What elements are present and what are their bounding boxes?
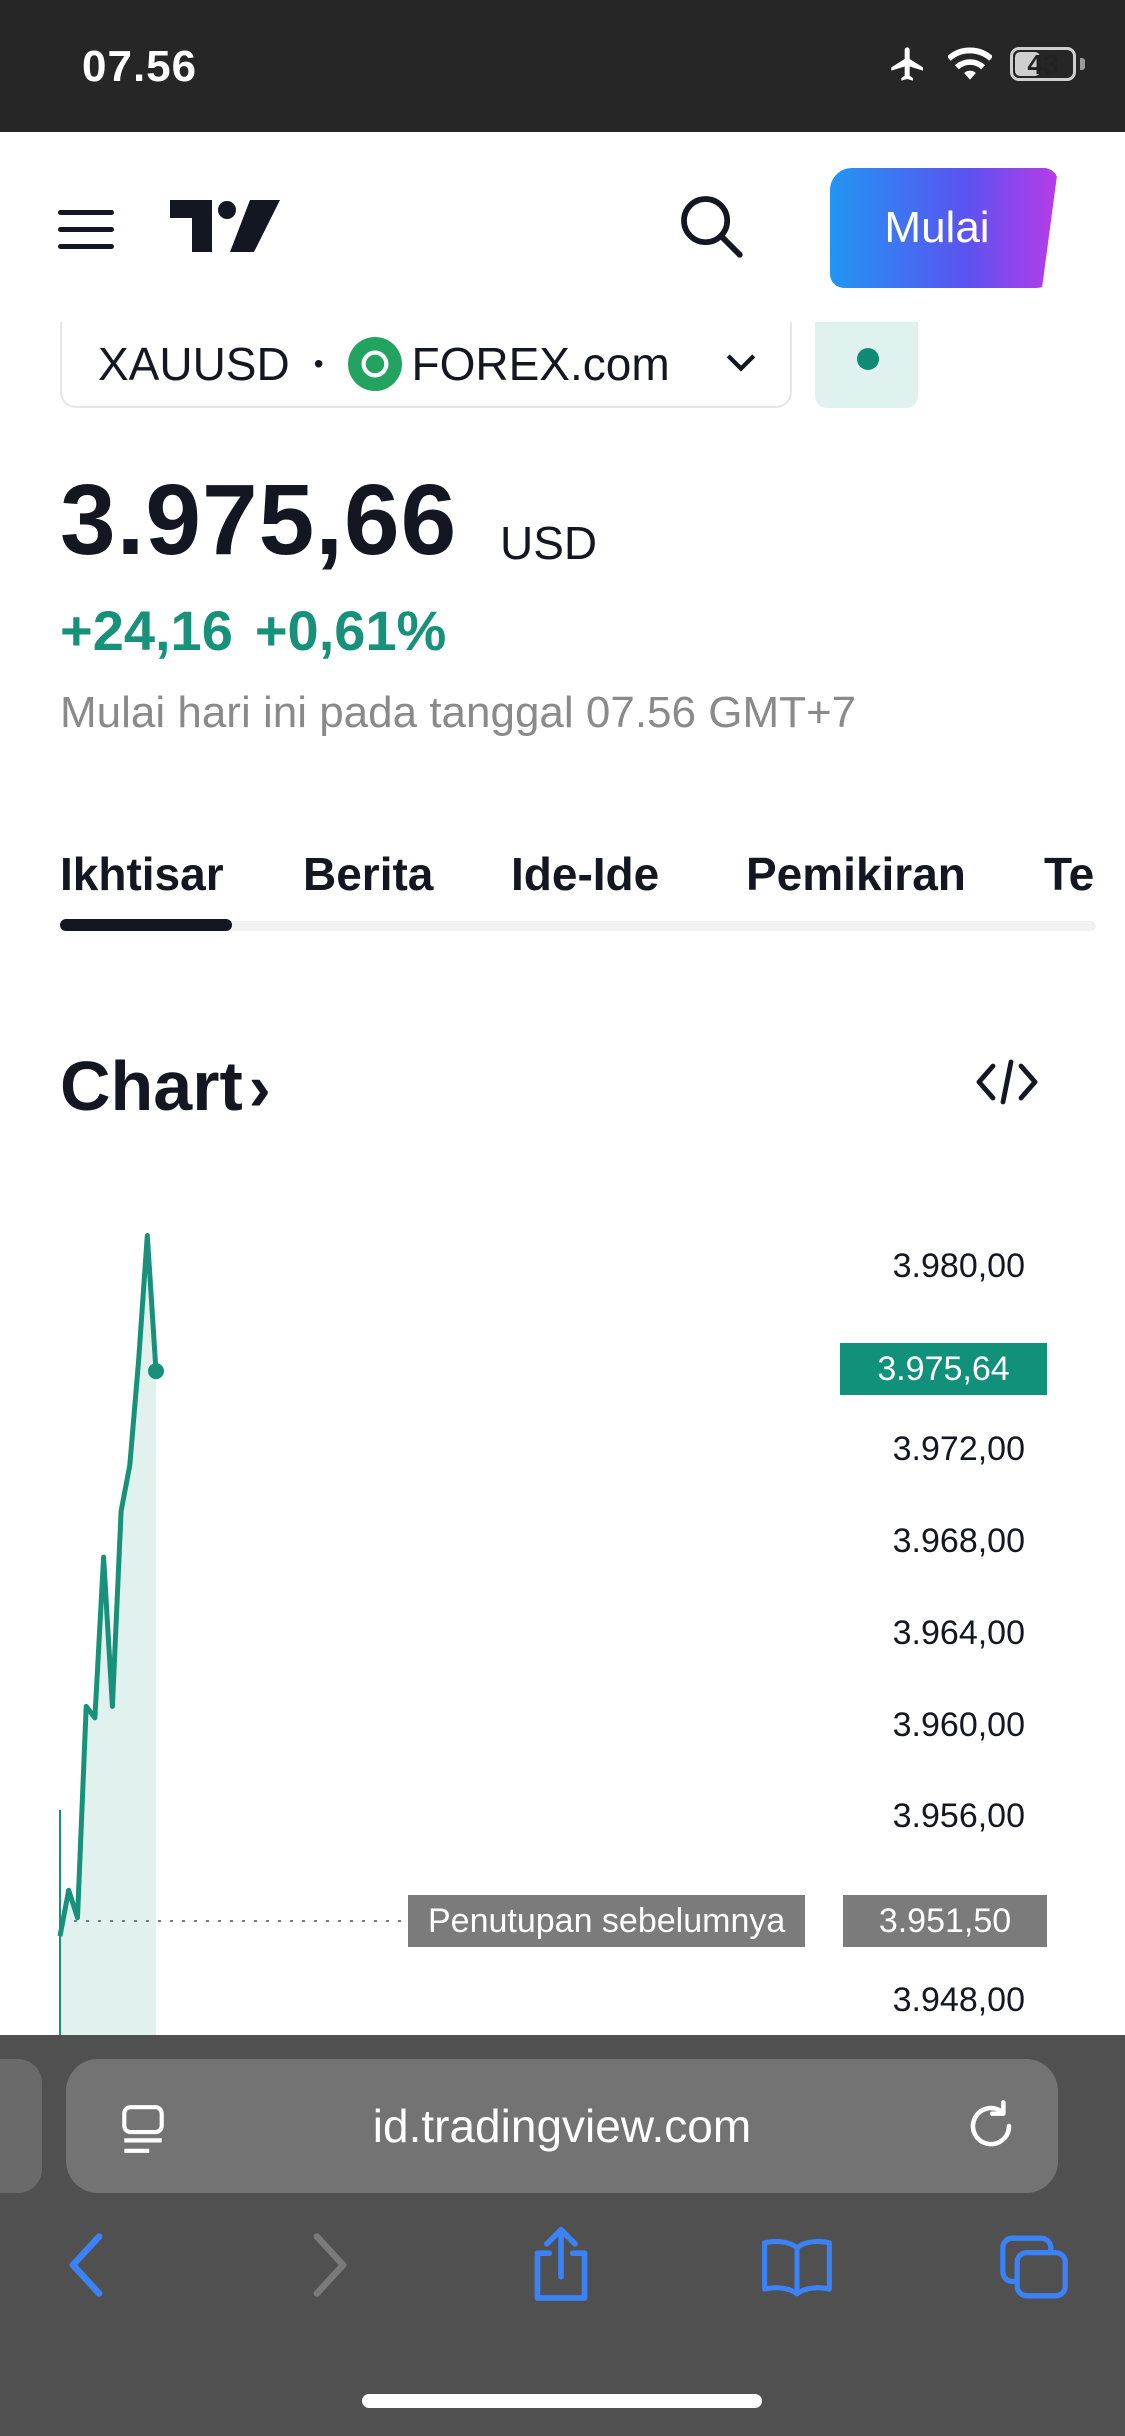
page-menu-icon[interactable] — [118, 2103, 168, 2157]
share-icon[interactable] — [528, 2225, 594, 2305]
home-indicator — [362, 2394, 762, 2408]
battery-icon: 43 — [1010, 47, 1076, 81]
y-axis-tick: 3.964,00 — [892, 1614, 1025, 1652]
y-axis-tick: 3.972,00 — [892, 1430, 1025, 1468]
search-icon[interactable] — [675, 190, 747, 262]
price-currency: USD — [500, 517, 598, 569]
exchange-logo-icon — [347, 337, 402, 391]
url-text: id.tradingview.com — [372, 2100, 752, 2152]
y-axis-tick: 3.980,00 — [892, 1247, 1025, 1285]
chevron-right-icon: › — [248, 1050, 271, 1124]
tab-news[interactable]: Berita — [303, 847, 433, 901]
market-status-button[interactable] — [815, 322, 918, 408]
bookmarks-icon[interactable] — [760, 2235, 834, 2297]
market-open-dot — [857, 348, 879, 370]
chart-title-link[interactable]: Chart› — [60, 1046, 271, 1126]
tab-minds[interactable]: Pemikiran — [746, 847, 966, 901]
last-price-dot — [148, 1363, 164, 1380]
tab-bar: Ikhtisar Berita Ide-Ide Pemikiran Te — [0, 835, 1125, 955]
wifi-icon — [948, 47, 992, 80]
last-price: 3.975,66 — [60, 464, 458, 576]
y-axis-tick: 3.960,00 — [892, 1706, 1025, 1744]
symbol-selector[interactable]: XAUUSD • FOREX.com — [60, 322, 792, 408]
top-nav: Mulai — [0, 132, 1125, 322]
prev-close-label: Penutupan sebelumnya — [408, 1895, 806, 1947]
previous-tab-pill[interactable] — [0, 2059, 42, 2193]
tab-ideas[interactable]: Ide-Ide — [511, 847, 659, 901]
forward-icon[interactable] — [308, 2230, 352, 2300]
y-axis-tick: 3.948,00 — [892, 1981, 1025, 2019]
y-axis-tick: 3.956,00 — [892, 1797, 1025, 1835]
start-button[interactable]: Mulai — [830, 168, 1058, 288]
change-percent: +0,61% — [254, 599, 447, 662]
exchange-name: FOREX.com — [411, 338, 670, 390]
battery-text: 43 — [1027, 49, 1059, 80]
session-note: Mulai hari ini pada tanggal 07.56 GMT+7 — [60, 688, 857, 737]
address-bar[interactable]: id.tradingview.com — [66, 2059, 1058, 2193]
prev-close-value: 3.951,50 — [840, 1895, 1047, 1947]
tab-active-indicator — [60, 919, 232, 931]
y-axis-tick: 3.968,00 — [892, 1522, 1025, 1560]
last-price-tag: 3.975,64 — [840, 1343, 1047, 1395]
price-change: +24,16 +0,61% — [60, 598, 446, 663]
menu-icon[interactable] — [58, 210, 114, 250]
tab-technicals[interactable]: Te — [1044, 847, 1094, 901]
browser-toolbar: id.tradingview.com — [0, 2035, 1125, 2436]
embed-code-icon[interactable] — [975, 1058, 1039, 1106]
status-bar: 07.56 43 — [0, 0, 1125, 132]
tab-overview[interactable]: Ikhtisar — [60, 847, 224, 901]
change-absolute: +24,16 — [60, 599, 233, 662]
status-icons: 43 — [886, 44, 1085, 84]
chevron-down-icon — [726, 354, 756, 372]
chart-title: Chart — [60, 1047, 243, 1125]
symbol-separator: • — [313, 348, 324, 379]
tabs-icon[interactable] — [998, 2233, 1070, 2301]
symbol-ticker: XAUUSD — [98, 338, 290, 390]
reload-icon[interactable] — [964, 2099, 1018, 2153]
tradingview-logo[interactable] — [170, 196, 280, 256]
back-icon[interactable] — [64, 2230, 108, 2300]
battery-tip — [1080, 58, 1085, 70]
status-time: 07.56 — [82, 42, 198, 91]
airplane-icon — [891, 47, 923, 81]
